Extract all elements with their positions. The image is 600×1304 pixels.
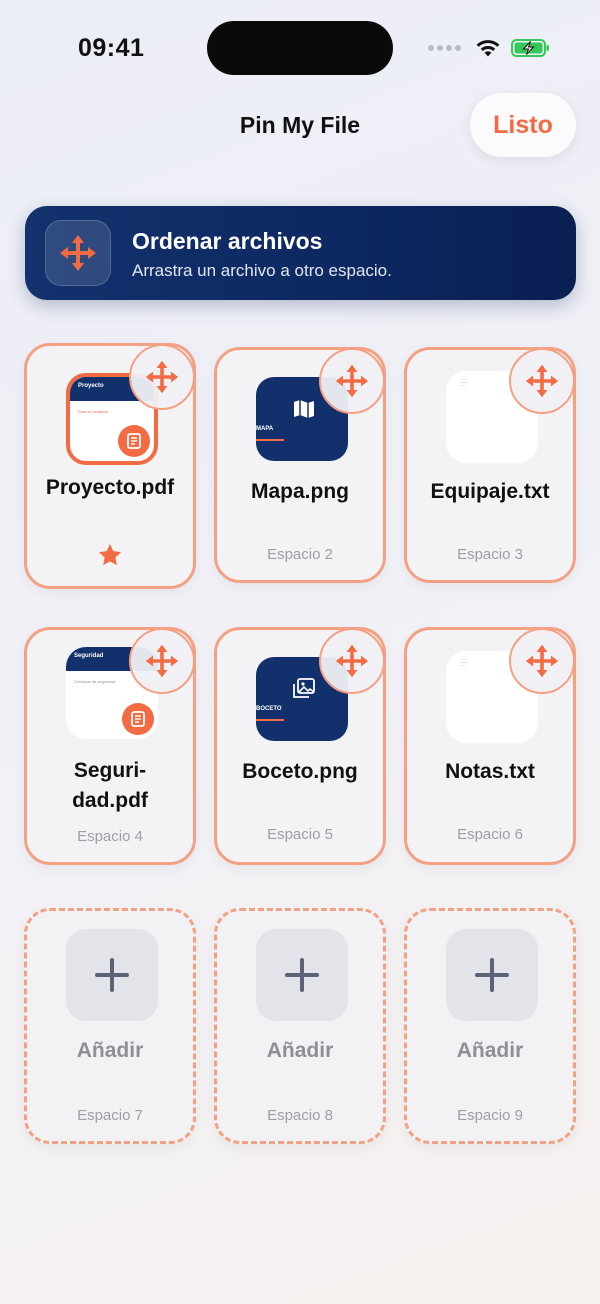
- star-icon: [98, 543, 122, 566]
- thumbnail-text: Plan de proyecto: [78, 409, 109, 414]
- slot-label: Espacio 5: [267, 826, 333, 843]
- add-label: Añadir: [456, 1039, 524, 1062]
- plus-icon: [95, 958, 129, 992]
- file-name: Mapa.png: [251, 480, 349, 503]
- file-slot-3[interactable]: ____ _____ ___ Equipaje.txt Espacio 3: [404, 347, 576, 583]
- status-time: 09:41: [78, 34, 145, 62]
- thumbnail-accent-bar: [256, 439, 284, 441]
- file-slot-6[interactable]: ____ _____ ___ Notas.txt Espacio 6: [404, 627, 576, 865]
- thumbnail-title: Proyecto: [78, 383, 104, 389]
- empty-slot-8[interactable]: Añadir Espacio 8: [214, 908, 386, 1144]
- pdf-icon: [122, 703, 154, 735]
- move-handle-icon[interactable]: [129, 628, 195, 694]
- banner-subtitle: Arrastra un archivo a otro espacio.: [132, 261, 392, 280]
- wifi-icon: [476, 40, 500, 57]
- add-file-button[interactable]: [66, 929, 158, 1021]
- cellular-signal-icon: [428, 45, 461, 51]
- slot-label: Espacio 8: [267, 1107, 333, 1124]
- slot-label: Espacio 6: [457, 826, 523, 843]
- reorder-banner: Ordenar archivos Arrastra un archivo a o…: [25, 206, 576, 300]
- file-name: Equipaje.txt: [430, 480, 550, 503]
- move-icon: [60, 235, 96, 271]
- thumbnail-text: Consejos de seguridad: [74, 679, 115, 684]
- file-slot-5[interactable]: BOCETO Boceto.png Espacio 5: [214, 627, 386, 865]
- add-file-button[interactable]: [446, 929, 538, 1021]
- photo-icon: [293, 678, 315, 698]
- plus-icon: [285, 958, 319, 992]
- slot-label: Espacio 9: [457, 1107, 523, 1124]
- move-handle-icon[interactable]: [509, 348, 575, 414]
- thumbnail-title: Seguridad: [74, 653, 104, 659]
- add-file-button[interactable]: [256, 929, 348, 1021]
- pdf-icon: [118, 425, 150, 457]
- add-label: Añadir: [266, 1039, 334, 1062]
- file-name: Notas.txt: [445, 760, 535, 783]
- map-icon: [294, 400, 314, 418]
- thumbnail-title: BOCETO: [256, 706, 282, 712]
- thumbnail-accent-bar: [256, 719, 284, 721]
- move-handle-icon[interactable]: [319, 628, 385, 694]
- move-handle-icon[interactable]: [319, 348, 385, 414]
- battery-charging-icon: [511, 39, 549, 57]
- slot-label: Espacio 2: [267, 546, 333, 563]
- file-slot-1[interactable]: Proyecto Plan de proyecto Proyecto.pdf: [24, 343, 196, 589]
- banner-icon-box: [45, 220, 111, 286]
- done-button[interactable]: Listo: [470, 93, 576, 157]
- plus-icon: [475, 958, 509, 992]
- empty-slot-7[interactable]: Añadir Espacio 7: [24, 908, 196, 1144]
- file-slot-4[interactable]: Seguridad Consejos de seguridad Seguri- …: [24, 627, 196, 865]
- file-name-line-2: dad.pdf: [72, 789, 148, 812]
- status-bar: 09:41: [0, 0, 600, 96]
- move-handle-icon[interactable]: [509, 628, 575, 694]
- dynamic-island: [207, 21, 393, 75]
- move-handle-icon[interactable]: [129, 344, 195, 410]
- banner-title: Ordenar archivos: [132, 228, 323, 254]
- file-slot-2[interactable]: MAPA Mapa.png Espacio 2: [214, 347, 386, 583]
- slot-label: Espacio 7: [77, 1107, 143, 1124]
- thumbnail-title: MAPA: [256, 426, 274, 432]
- slot-label: Espacio 4: [77, 828, 143, 845]
- empty-slot-9[interactable]: Añadir Espacio 9: [404, 908, 576, 1144]
- file-name: Boceto.png: [242, 760, 358, 783]
- slot-label: Espacio 3: [457, 546, 523, 563]
- add-label: Añadir: [76, 1039, 144, 1062]
- file-name: Proyecto.pdf: [45, 476, 175, 499]
- status-icons: [428, 36, 551, 60]
- file-name-line-1: Seguri-: [73, 759, 147, 782]
